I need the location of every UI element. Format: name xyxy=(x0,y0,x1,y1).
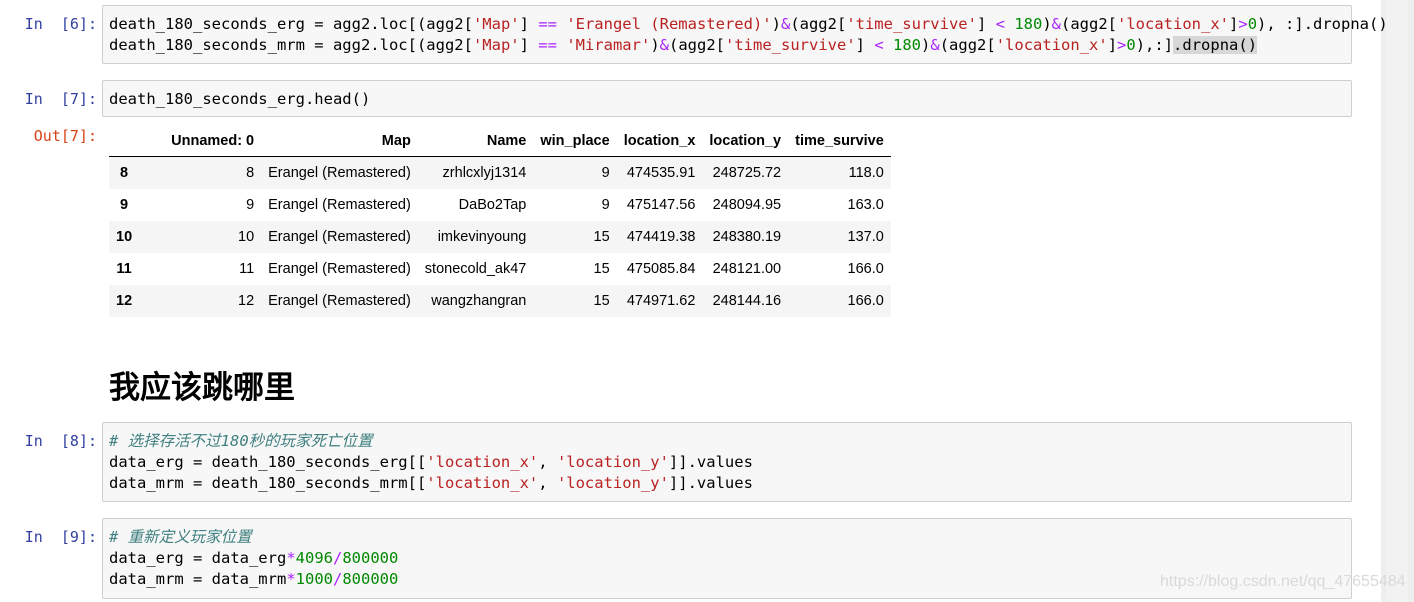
column-header: Name xyxy=(417,125,534,157)
table-cell: 474971.62 xyxy=(626,293,696,309)
cell-7-out-prompt: Out[7]: xyxy=(33,127,97,145)
row-index: 11 xyxy=(116,261,132,277)
table-cell: 118.0 xyxy=(848,165,884,181)
page-scrollbar-thumb[interactable] xyxy=(1386,0,1408,602)
cell-9-prompt: In [9]: xyxy=(24,528,97,546)
table-row: 9 9 Erangel (Remastered) DaBo2Tap 9 4751… xyxy=(109,189,891,221)
table-cell: 137.0 xyxy=(847,229,884,245)
column-header: win_place xyxy=(533,125,617,157)
row-index: 12 xyxy=(116,293,133,309)
table-cell: Erangel (Remastered) xyxy=(268,197,411,213)
table-cell: 474535.91 xyxy=(626,165,696,181)
column-header: time_survive xyxy=(788,125,891,157)
column-header: Map xyxy=(261,125,418,157)
table-cell: 12 xyxy=(238,293,255,309)
row-index: 8 xyxy=(120,165,129,181)
table-cell: 166.0 xyxy=(847,261,884,277)
row-index: 9 xyxy=(120,197,129,213)
table-header-row: Unnamed: 0 Map Name win_place location_x… xyxy=(109,125,891,157)
table-row: 12 12 Erangel (Remastered) wangzhangran … xyxy=(109,285,891,317)
table-cell: 248725.72 xyxy=(712,165,782,181)
cell-9-code: # 重新定义玩家位置 data_erg = data_erg*4096/8000… xyxy=(109,528,399,588)
table-cell: zrhlcxlyj1314 xyxy=(442,165,527,181)
table-cell: 15 xyxy=(593,293,610,309)
cell-6-input[interactable]: death_180_seconds_erg = agg2.loc[(agg2['… xyxy=(102,5,1388,64)
cell-6-prompt: In [6]: xyxy=(24,15,97,33)
row-index: 10 xyxy=(116,229,133,245)
table-cell: wangzhangran xyxy=(431,293,527,309)
table-cell: 248094.95 xyxy=(712,197,782,213)
table-cell: 11 xyxy=(239,261,255,277)
table-cell: DaBo2Tap xyxy=(458,197,527,213)
table-cell: 15 xyxy=(593,261,610,277)
column-header: Unnamed: 0 xyxy=(139,125,262,157)
cell-7-prompt: In [7]: xyxy=(24,90,97,108)
table-cell: 163.0 xyxy=(847,197,884,213)
cell-8-prompt: In [8]: xyxy=(24,432,97,450)
cell-7-code: death_180_seconds_erg.head() xyxy=(109,90,371,108)
column-header: location_x xyxy=(616,125,703,157)
table-cell: 475085.84 xyxy=(626,261,696,277)
column-header: location_y xyxy=(702,125,789,157)
table-cell: 474419.38 xyxy=(626,229,696,245)
table-cell: 15 xyxy=(593,229,610,245)
cell-8-input[interactable]: # 选择存活不过180秒的玩家死亡位置 data_erg = death_180… xyxy=(102,422,1352,502)
table-cell: Erangel (Remastered) xyxy=(268,293,411,309)
table-cell: 248380.19 xyxy=(712,229,782,245)
table-cell: Erangel (Remastered) xyxy=(268,261,411,277)
table-cell: 9 xyxy=(601,197,610,213)
table-cell: 9 xyxy=(246,197,255,213)
table-cell: Erangel (Remastered) xyxy=(268,165,411,181)
table-cell: 248121.00 xyxy=(712,261,782,277)
table-row: 8 8 Erangel (Remastered) zrhlcxlyj1314 9… xyxy=(109,156,891,189)
cell-7-input[interactable]: death_180_seconds_erg.head() xyxy=(102,80,1352,117)
table-cell: 8 xyxy=(246,165,255,181)
cell-6-code: death_180_seconds_erg = agg2.loc[(agg2['… xyxy=(109,15,1388,54)
cell-8-code: # 选择存活不过180秒的玩家死亡位置 data_erg = death_180… xyxy=(109,432,753,492)
table-cell: imkevinyoung xyxy=(437,229,527,245)
table-row: 10 10 Erangel (Remastered) imkevinyoung … xyxy=(109,221,891,253)
table-cell: 166.0 xyxy=(847,293,884,309)
table-cell: Erangel (Remastered) xyxy=(268,229,411,245)
table-row: 11 11 Erangel (Remastered) stonecold_ak4… xyxy=(109,253,891,285)
table-cell: 248144.16 xyxy=(712,293,782,309)
table-cell: stonecold_ak47 xyxy=(424,261,527,277)
table-cell: 9 xyxy=(601,165,610,181)
column-header xyxy=(109,125,140,157)
table-cell: 10 xyxy=(238,229,255,245)
watermark: https://blog.csdn.net/qq_47655484 xyxy=(1160,573,1406,590)
markdown-heading: 我应该跳哪里 xyxy=(109,370,295,406)
dataframe-output: Unnamed: 0 Map Name win_place location_x… xyxy=(109,125,891,317)
table-cell: 475147.56 xyxy=(626,197,696,213)
